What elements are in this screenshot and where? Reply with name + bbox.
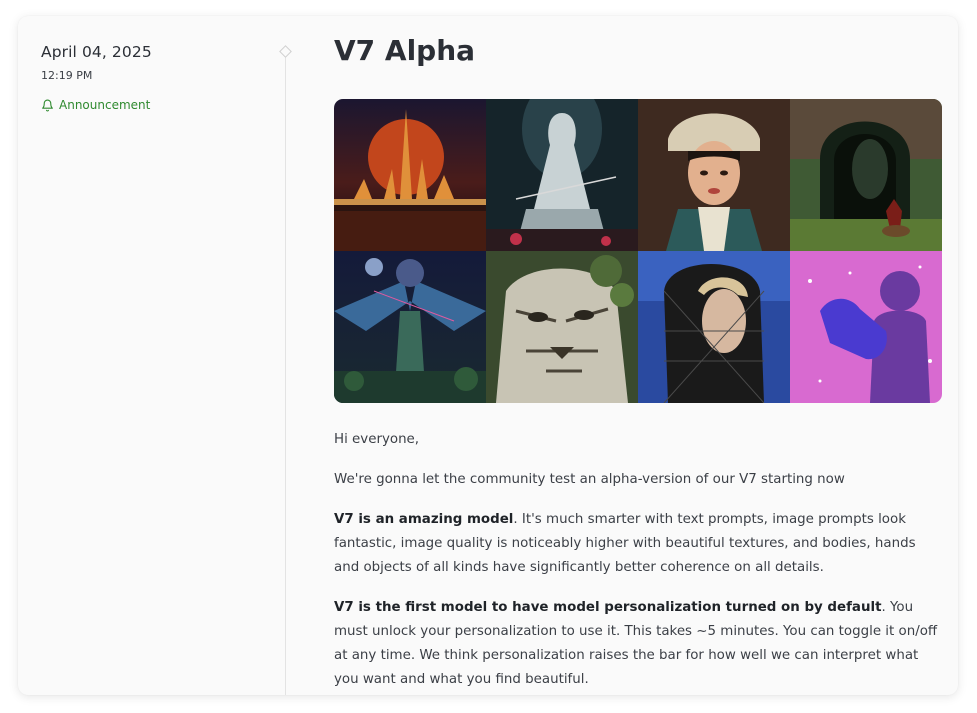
timeline-line	[285, 54, 286, 695]
model-quality-highlight: V7 is an amazing model	[334, 512, 514, 527]
mosaic-image[interactable]	[790, 99, 942, 251]
model-quality-paragraph: V7 is an amazing model. It's much smarte…	[334, 508, 942, 580]
personalization-highlight: V7 is the first model to have model pers…	[334, 600, 882, 615]
announcement-card: April 04, 2025 12:19 PM Announcement V7 …	[18, 16, 958, 695]
bell-icon	[41, 99, 54, 112]
tag-label: Announcement	[59, 98, 151, 112]
mosaic-image[interactable]	[638, 251, 790, 403]
personalization-paragraph: V7 is the first model to have model pers…	[334, 596, 942, 692]
image-mosaic[interactable]	[334, 99, 942, 403]
announcement-tag[interactable]: Announcement	[41, 98, 150, 112]
post-time: 12:19 PM	[41, 69, 93, 82]
post-date: April 04, 2025	[41, 43, 152, 61]
greeting-paragraph: Hi everyone,	[334, 432, 420, 447]
intro-paragraph: We're gonna let the community test an al…	[334, 472, 845, 487]
mosaic-image[interactable]	[334, 99, 486, 251]
post-body: Hi everyone, We're gonna let the communi…	[334, 428, 942, 695]
mosaic-image[interactable]	[638, 99, 790, 251]
mosaic-image[interactable]	[486, 251, 638, 403]
mosaic-image[interactable]	[486, 99, 638, 251]
post-meta-sidebar: April 04, 2025 12:19 PM Announcement	[18, 16, 285, 695]
mosaic-image[interactable]	[334, 251, 486, 403]
mosaic-image[interactable]	[790, 251, 942, 403]
post-title: V7 Alpha	[334, 34, 476, 67]
